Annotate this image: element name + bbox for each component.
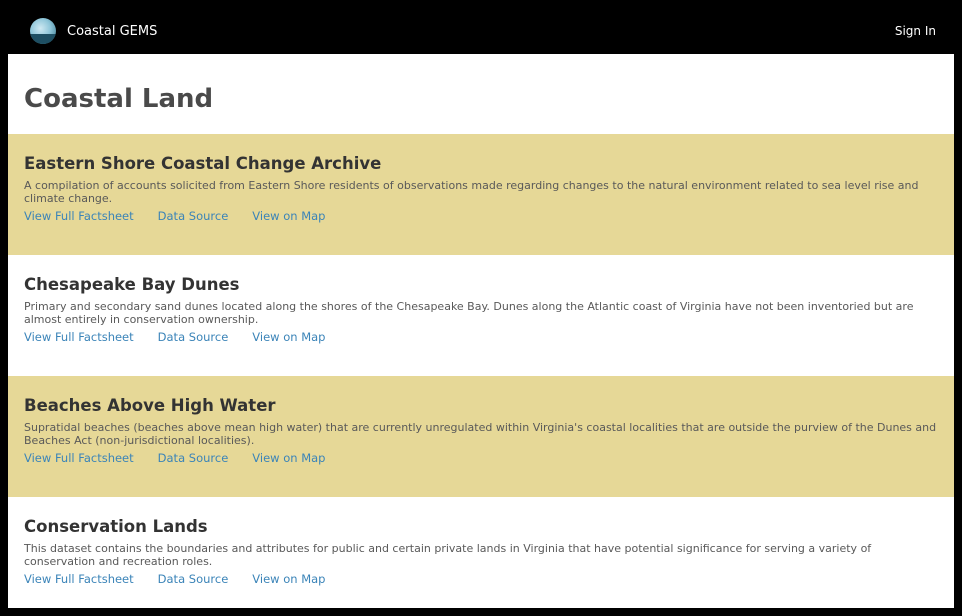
view-on-map-link[interactable]: View on Map: [252, 571, 325, 587]
app-name[interactable]: Coastal GEMS: [67, 24, 157, 39]
view-on-map-link[interactable]: View on Map: [252, 450, 325, 466]
card-links: View Full Factsheet Data Source View on …: [24, 329, 938, 345]
view-on-map-link[interactable]: View on Map: [252, 329, 325, 345]
card-links: View Full Factsheet Data Source View on …: [24, 450, 938, 466]
dataset-card-eastern-shore: Eastern Shore Coastal Change Archive A c…: [8, 134, 954, 255]
dataset-card-chesapeake-dunes: Chesapeake Bay Dunes Primary and seconda…: [8, 255, 954, 376]
dataset-card-beaches: Beaches Above High Water Supratidal beac…: [8, 376, 954, 497]
card-description: Supratidal beaches (beaches above mean h…: [24, 421, 937, 447]
data-source-link[interactable]: Data Source: [158, 208, 229, 224]
card-title: Beaches Above High Water: [24, 396, 276, 415]
data-source-link[interactable]: Data Source: [158, 450, 229, 466]
view-factsheet-link[interactable]: View Full Factsheet: [24, 571, 134, 587]
coastal-gems-logo-icon: [30, 18, 56, 44]
card-title: Conservation Lands: [24, 517, 208, 536]
card-description: A compilation of accounts solicited from…: [24, 179, 919, 205]
view-factsheet-link[interactable]: View Full Factsheet: [24, 329, 134, 345]
card-description: Primary and secondary sand dunes located…: [24, 300, 914, 326]
view-on-map-link[interactable]: View on Map: [252, 208, 325, 224]
sign-in-link[interactable]: Sign In: [895, 24, 936, 38]
top-bar: Coastal GEMS Sign In: [8, 8, 954, 54]
card-links: View Full Factsheet Data Source View on …: [24, 571, 938, 587]
view-factsheet-link[interactable]: View Full Factsheet: [24, 208, 134, 224]
card-title: Chesapeake Bay Dunes: [24, 275, 240, 294]
data-source-link[interactable]: Data Source: [158, 571, 229, 587]
card-title: Eastern Shore Coastal Change Archive: [24, 154, 382, 173]
view-factsheet-link[interactable]: View Full Factsheet: [24, 450, 134, 466]
data-source-link[interactable]: Data Source: [158, 329, 229, 345]
card-links: View Full Factsheet Data Source View on …: [24, 208, 938, 224]
page-title: Coastal Land: [24, 84, 214, 114]
page-frame: Coastal GEMS Sign In Coastal Land Easter…: [8, 8, 954, 608]
card-description: This dataset contains the boundaries and…: [24, 542, 872, 568]
dataset-card-conservation-lands: Conservation Lands This dataset contains…: [8, 497, 954, 608]
brand[interactable]: Coastal GEMS: [30, 18, 157, 44]
